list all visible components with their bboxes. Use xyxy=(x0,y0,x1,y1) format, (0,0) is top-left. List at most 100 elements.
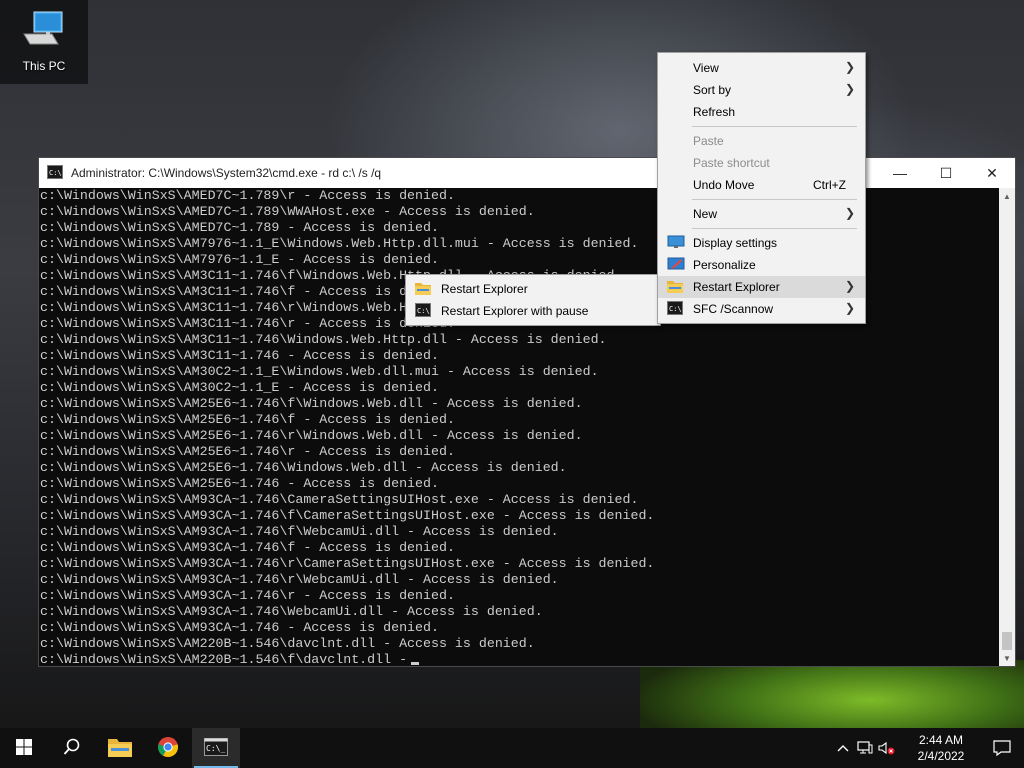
scroll-down-arrow-icon[interactable]: ▼ xyxy=(999,650,1015,666)
svg-text:C:\: C:\ xyxy=(417,307,430,315)
chevron-right-icon: ❯ xyxy=(844,60,855,74)
desktop-icon-label: This PC xyxy=(22,59,66,73)
menu-item-label: Sort by xyxy=(693,83,732,97)
submenu-item-label: Restart Explorer with pause xyxy=(441,304,589,318)
taskbar: C:\_ 2:44 AM 2/4/2022 xyxy=(0,728,1024,768)
console-line: c:\Windows\WinSxS\AM93CA~1.746\f\CameraS… xyxy=(40,508,655,523)
desktop-icon-this-pc[interactable]: This PC xyxy=(0,0,88,84)
submenu-item-restart-explorer[interactable]: Restart Explorer xyxy=(406,278,660,300)
folder-icon xyxy=(108,737,132,760)
console-line: c:\Windows\WinSxS\AM3C11~1.746\Windows.W… xyxy=(40,332,607,347)
svg-text:C:\: C:\ xyxy=(669,305,682,313)
menu-item-label: Personalize xyxy=(693,258,756,272)
menu-item-refresh[interactable]: Refresh xyxy=(658,101,865,123)
cmd-icon: C:\ xyxy=(415,303,431,320)
start-button[interactable] xyxy=(0,728,48,768)
desktop-context-menu: View ❯ Sort by ❯ Refresh Paste Paste sho… xyxy=(657,52,866,324)
console-line: c:\Windows\WinSxS\AM93CA~1.746\f\WebcamU… xyxy=(40,524,559,539)
menu-item-view[interactable]: View ❯ xyxy=(658,57,865,79)
volume-muted-icon[interactable] xyxy=(876,741,898,755)
folder-icon xyxy=(415,281,431,298)
folder-icon xyxy=(667,279,683,296)
svg-text:C:\_: C:\_ xyxy=(206,744,225,753)
console-line: c:\Windows\WinSxS\AM25E6~1.746\f - Acces… xyxy=(40,412,455,427)
maximize-button[interactable]: ☐ xyxy=(923,158,969,188)
menu-item-sfc-scannow[interactable]: C:\ SFC /Scannow ❯ xyxy=(658,298,865,320)
console-line: c:\Windows\WinSxS\AM25E6~1.746\r - Acces… xyxy=(40,444,455,459)
chevron-right-icon: ❯ xyxy=(844,279,855,293)
taskbar-chrome[interactable] xyxy=(144,728,192,768)
menu-item-restart-explorer[interactable]: Restart Explorer ❯ xyxy=(658,276,865,298)
minimize-button[interactable]: — xyxy=(877,158,923,188)
scrollbar-thumb[interactable] xyxy=(1002,632,1012,650)
chevron-right-icon: ❯ xyxy=(844,82,855,96)
console-line: c:\Windows\WinSxS\AM30C2~1.1_E - Access … xyxy=(40,380,439,395)
computer-icon xyxy=(22,10,66,53)
menu-separator xyxy=(692,126,857,127)
clock-date: 2/4/2022 xyxy=(917,749,965,763)
cmd-icon: C:\ xyxy=(47,164,63,182)
menu-item-sort-by[interactable]: Sort by ❯ xyxy=(658,79,865,101)
menu-item-shortcut: Ctrl+Z xyxy=(813,178,846,192)
console-line: c:\Windows\WinSxS\AM93CA~1.746\WebcamUi.… xyxy=(40,604,543,619)
menu-item-label: Refresh xyxy=(693,105,736,119)
menu-item-label: Undo Move xyxy=(693,178,755,192)
taskbar-clock[interactable]: 2:44 AM 2/4/2022 xyxy=(902,732,980,764)
chevron-right-icon: ❯ xyxy=(844,301,855,315)
menu-separator xyxy=(692,199,857,200)
submenu-item-restart-explorer-pause[interactable]: C:\ Restart Explorer with pause xyxy=(406,300,660,322)
menu-item-label: Restart Explorer xyxy=(693,280,780,294)
menu-item-personalize[interactable]: Personalize xyxy=(658,254,865,276)
network-icon[interactable] xyxy=(854,741,876,755)
cmd-window[interactable]: C:\ Administrator: C:\Windows\System32\c… xyxy=(38,157,1016,667)
cmd-icon: C:\_ xyxy=(204,737,228,759)
console-line: c:\Windows\WinSxS\AM25E6~1.746\Windows.W… xyxy=(40,460,567,475)
menu-item-label: View xyxy=(693,61,719,75)
console-line: c:\Windows\WinSxS\AM93CA~1.746\f - Acces… xyxy=(40,540,455,555)
svg-text:C:\: C:\ xyxy=(49,169,62,177)
clock-time: 2:44 AM xyxy=(918,733,964,747)
personalize-icon xyxy=(667,257,685,274)
menu-item-label: Paste xyxy=(693,134,724,148)
submenu-item-label: Restart Explorer xyxy=(441,282,528,296)
menu-item-display-settings[interactable]: Display settings xyxy=(658,232,865,254)
menu-separator xyxy=(692,228,857,229)
menu-item-label: Paste shortcut xyxy=(693,156,770,170)
console-line: c:\Windows\WinSxS\AM93CA~1.746\CameraSet… xyxy=(40,492,639,507)
close-button[interactable]: ✕ xyxy=(969,158,1015,188)
taskbar-cmd[interactable]: C:\_ xyxy=(192,728,240,768)
console-line: c:\Windows\WinSxS\AM25E6~1.746\r\Windows… xyxy=(40,428,583,443)
chrome-icon xyxy=(157,736,179,761)
menu-item-paste-shortcut[interactable]: Paste shortcut xyxy=(658,152,865,174)
scroll-up-arrow-icon[interactable]: ▲ xyxy=(999,188,1015,204)
search-icon xyxy=(63,738,81,759)
chevron-up-icon[interactable] xyxy=(832,744,854,752)
chevron-right-icon: ❯ xyxy=(844,206,855,220)
menu-item-label: Display settings xyxy=(693,236,778,250)
console-line: c:\Windows\WinSxS\AM220B~1.546\davclnt.d… xyxy=(40,636,535,651)
notification-icon[interactable] xyxy=(980,740,1024,756)
menu-item-paste[interactable]: Paste xyxy=(658,130,865,152)
console-line: c:\Windows\WinSxS\AM220B~1.546\f\davclnt… xyxy=(40,652,999,666)
search-button[interactable] xyxy=(48,728,96,768)
wallpaper-ground xyxy=(640,660,1024,728)
system-tray: 2:44 AM 2/4/2022 xyxy=(832,728,1024,768)
cmd-icon: C:\ xyxy=(667,301,683,318)
console-line: c:\Windows\WinSxS\AM3C11~1.746 - Access … xyxy=(40,348,439,363)
cmd-titlebar[interactable]: C:\ Administrator: C:\Windows\System32\c… xyxy=(39,158,1015,188)
menu-item-undo-move[interactable]: Undo Move Ctrl+Z xyxy=(658,174,865,196)
console-line: c:\Windows\WinSxS\AM25E6~1.746 - Access … xyxy=(40,476,439,491)
console-line: c:\Windows\WinSxS\AM93CA~1.746\r - Acces… xyxy=(40,588,455,603)
windows-logo-icon xyxy=(16,738,32,758)
display-icon xyxy=(667,235,685,252)
console-line: c:\Windows\WinSxS\AM93CA~1.746\r\WebcamU… xyxy=(40,572,559,587)
text-cursor xyxy=(411,662,420,665)
menu-item-label: SFC /Scannow xyxy=(693,302,774,316)
menu-item-new[interactable]: New ❯ xyxy=(658,203,865,225)
menu-item-label: New xyxy=(693,207,718,221)
restart-explorer-submenu: Restart Explorer C:\ Restart Explorer wi… xyxy=(405,274,661,326)
console-line: c:\Windows\WinSxS\AM25E6~1.746\f\Windows… xyxy=(40,396,583,411)
taskbar-file-explorer[interactable] xyxy=(96,728,144,768)
console-line: c:\Windows\WinSxS\AM93CA~1.746\r\CameraS… xyxy=(40,556,655,571)
console-scrollbar[interactable]: ▲ ▼ xyxy=(999,188,1015,666)
